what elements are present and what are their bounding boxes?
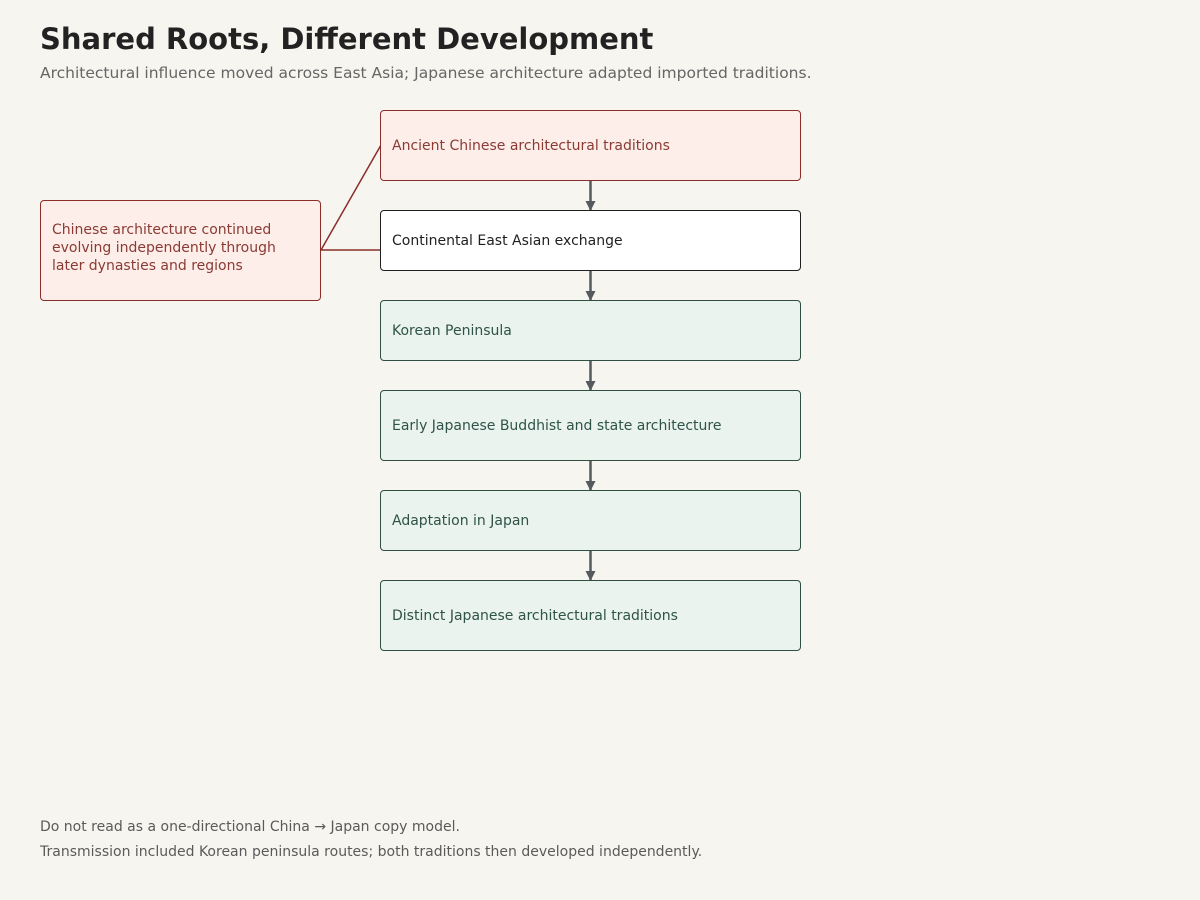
node-early-japanese-architecture-label: Early Japanese Buddhist and state archit… xyxy=(392,417,722,434)
footnote-line-2: Transmission included Korean peninsula r… xyxy=(40,844,703,860)
node-distinct-japanese-traditions: Distinct Japanese architectural traditio… xyxy=(380,580,801,651)
node-chinese-continued-evolving: Chinese architecture continued evolving … xyxy=(40,200,321,301)
node-chinese-continued-evolving-label: Chinese architecture continued evolving … xyxy=(52,222,276,274)
node-distinct-japanese-traditions-label: Distinct Japanese architectural traditio… xyxy=(392,607,678,624)
node-ancient-chinese-traditions-label: Ancient Chinese architectural traditions xyxy=(392,137,670,154)
node-early-japanese-architecture: Early Japanese Buddhist and state archit… xyxy=(380,390,801,461)
node-continental-exchange: Continental East Asian exchange xyxy=(380,210,801,271)
node-ancient-chinese-traditions: Ancient Chinese architectural traditions xyxy=(380,110,801,181)
node-korean-peninsula-label: Korean Peninsula xyxy=(392,322,512,339)
side-branch-connector xyxy=(319,144,382,251)
node-korean-peninsula: Korean Peninsula xyxy=(380,300,801,361)
node-continental-exchange-label: Continental East Asian exchange xyxy=(392,232,623,249)
node-adaptation-in-japan-label: Adaptation in Japan xyxy=(392,512,530,529)
node-adaptation-in-japan: Adaptation in Japan xyxy=(380,490,801,551)
footnote-line-1: Do not read as a one-directional China →… xyxy=(40,819,460,835)
